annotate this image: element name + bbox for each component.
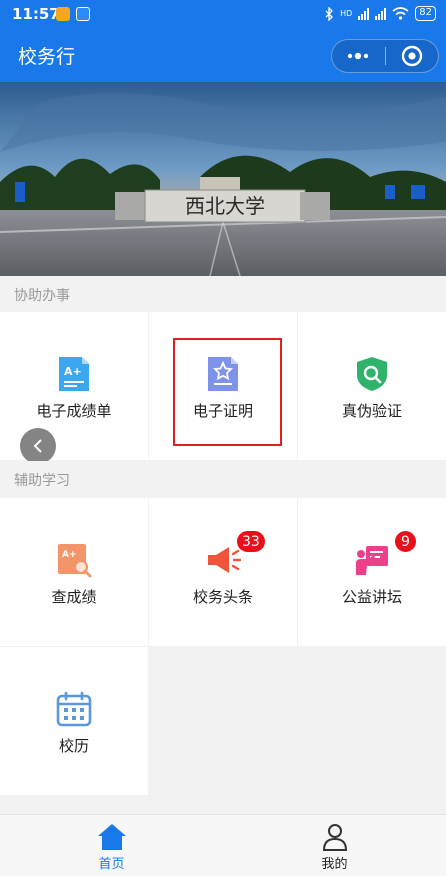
grid-item-label: 校务头条 (192, 588, 253, 606)
section-header-assist: 协助办事 (0, 276, 446, 312)
back-button[interactable] (20, 428, 56, 464)
grid-item-label: 公益讲坛 (341, 588, 402, 606)
gate-inscription: 西北大学 (185, 194, 265, 218)
grid-item-label: 查成绩 (51, 588, 97, 606)
grid-item-news[interactable]: 33 校务头条 (149, 498, 297, 646)
close-button[interactable] (385, 40, 438, 72)
more-button[interactable] (332, 40, 385, 72)
wifi-icon (392, 7, 409, 20)
tab-profile[interactable]: 我的 (223, 815, 446, 876)
app-bar: 校务行 (0, 30, 446, 82)
campus-gate-image: 西北大学 (0, 82, 446, 276)
section-header-study: 辅助学习 (0, 461, 446, 497)
chevron-left-icon (33, 439, 42, 453)
svg-text:A+: A+ (64, 365, 82, 378)
grid-item-label: 校历 (58, 737, 89, 755)
more-dots-icon (348, 52, 369, 60)
unread-badge: 9 (394, 530, 417, 553)
person-icon (322, 824, 348, 851)
bluetooth-icon (325, 6, 333, 21)
notification-app-icon (56, 7, 70, 21)
unread-badge: 33 (236, 530, 266, 553)
tab-bar: 首页 我的 (0, 814, 446, 876)
section-title: 协助办事 (14, 288, 70, 304)
grid-item-label: 电子成绩单 (36, 402, 112, 420)
grid-item-grades[interactable]: A+ 查成绩 (0, 498, 148, 646)
signal-2-icon (375, 7, 387, 20)
home-icon (98, 824, 126, 850)
page-title: 校务行 (18, 46, 76, 68)
tab-label: 我的 (321, 857, 348, 872)
transcript-icon: A+ (59, 357, 89, 391)
notification-chat-icon (76, 7, 90, 21)
status-time: 11:57 (12, 5, 60, 23)
battery-indicator: 82 (415, 6, 436, 21)
svg-text:A+: A+ (62, 550, 77, 560)
lecture-icon (356, 546, 388, 575)
calendar-icon (56, 691, 92, 727)
network-type-label: HD (340, 9, 353, 18)
status-icons: HD 82 (325, 6, 436, 21)
mini-program-capsule (331, 39, 439, 73)
megaphone-icon (208, 547, 241, 573)
grid-item-lecture[interactable]: 9 公益讲坛 (298, 498, 446, 646)
grade-search-icon: A+ (58, 544, 92, 578)
shield-search-icon (357, 357, 387, 391)
tab-home[interactable]: 首页 (0, 815, 223, 876)
campus-banner[interactable]: 西北大学 (0, 82, 446, 276)
grid-item-label: 真伪验证 (341, 402, 402, 420)
signal-icon (358, 7, 370, 20)
section-title: 辅助学习 (14, 473, 70, 489)
grid-item-verify[interactable]: 真伪验证 (298, 312, 446, 460)
status-bar: 11:57 HD 82 (0, 0, 446, 30)
tab-label: 首页 (98, 857, 125, 872)
close-target-icon (401, 45, 422, 67)
grid-item-calendar[interactable]: 校历 (0, 647, 148, 795)
highlight-box (173, 338, 282, 446)
